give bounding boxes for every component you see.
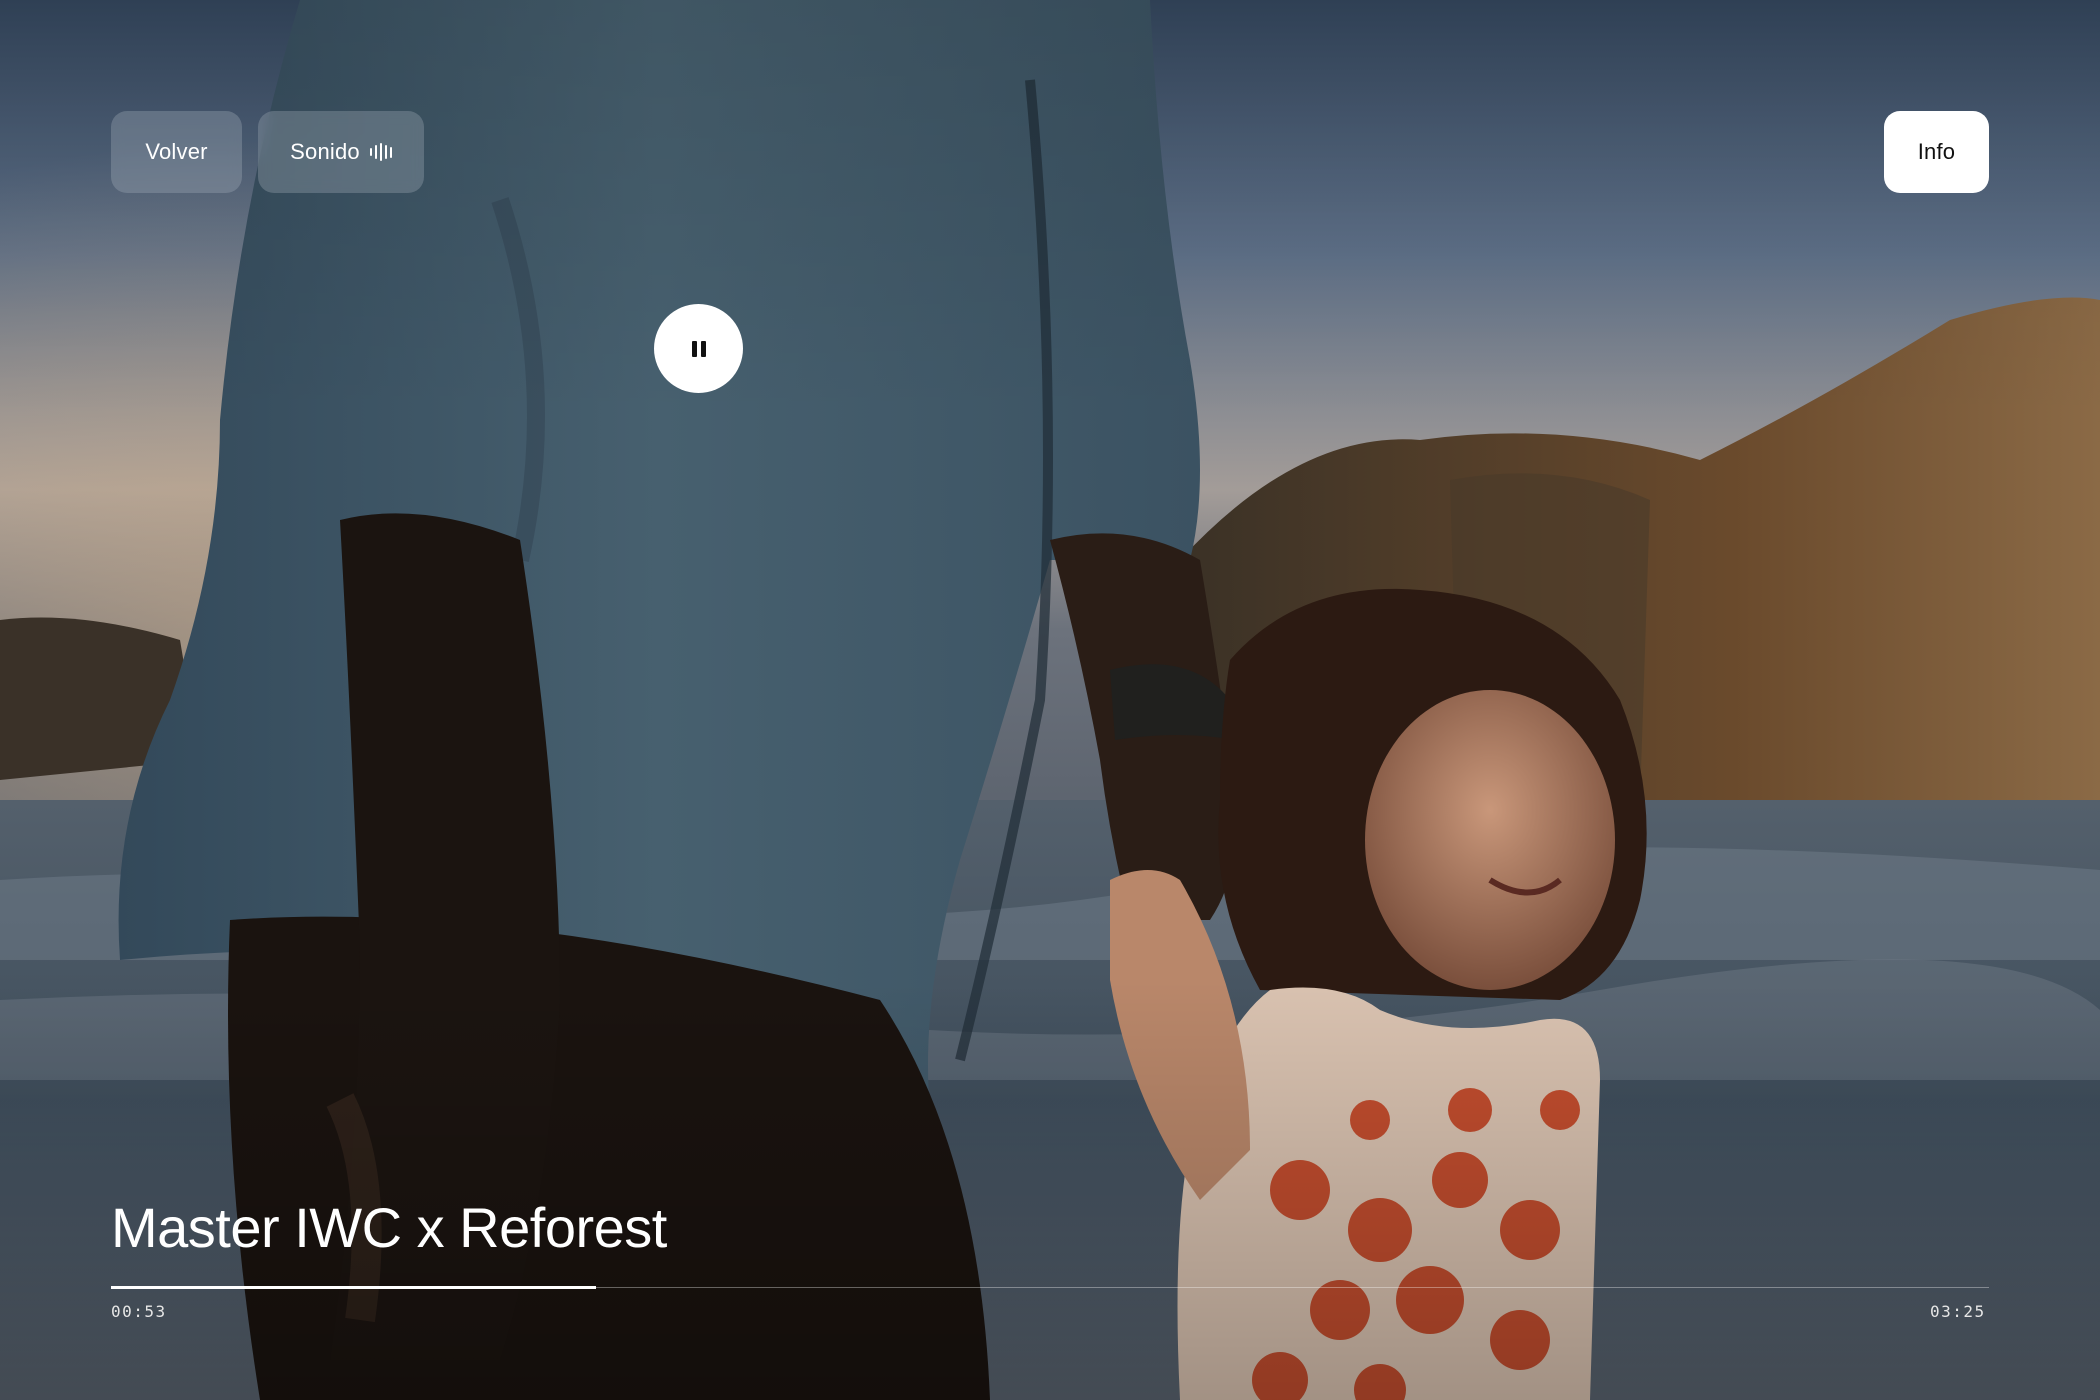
back-button-label: Volver (145, 139, 208, 164)
info-button[interactable]: Info (1884, 111, 1989, 193)
progress-bar[interactable] (111, 1286, 1989, 1298)
video-frame[interactable] (0, 0, 2100, 1400)
sound-button[interactable]: Sonido (258, 111, 424, 193)
current-time: 00:53 (111, 1302, 167, 1321)
sound-bars-icon (369, 143, 392, 161)
video-title: Master IWC x Reforest (111, 1196, 667, 1259)
video-player: Volver Sonido Info Master IWC x Reforest… (0, 0, 2100, 1400)
total-time: 03:25 (1930, 1302, 1986, 1321)
info-button-label: Info (1917, 139, 1956, 164)
back-button[interactable]: Volver (111, 111, 242, 193)
pause-button[interactable] (654, 304, 743, 393)
pause-icon (691, 340, 706, 357)
sound-button-label: Sonido (290, 139, 360, 164)
progress-fill (111, 1286, 597, 1289)
video-scene (0, 0, 2100, 1400)
